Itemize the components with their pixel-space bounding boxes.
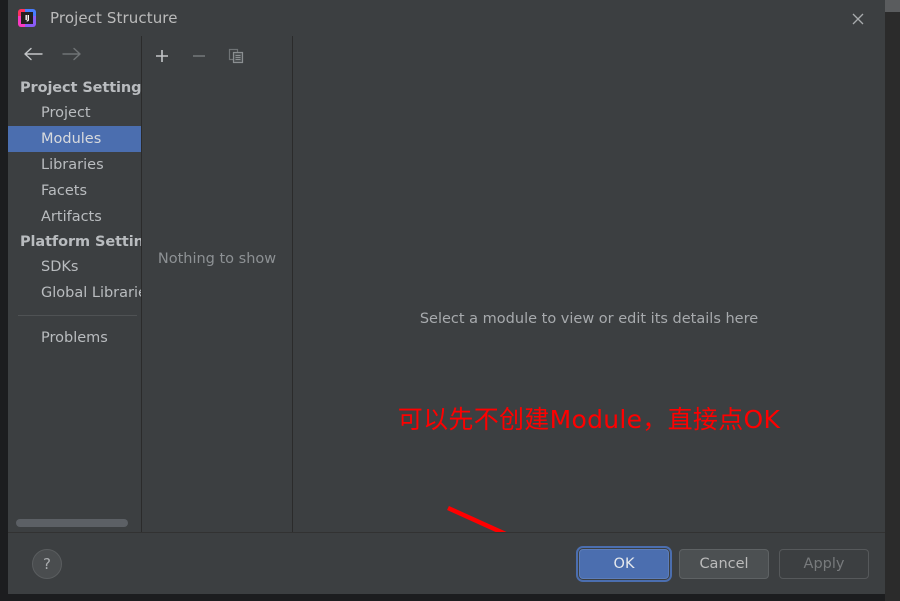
sidebar-item-facets[interactable]: Facets: [8, 178, 141, 204]
plus-icon[interactable]: [152, 46, 172, 66]
dialog-action-buttons: OK Cancel Apply: [576, 545, 869, 582]
settings-sidebar: Project Settings Project Modules Librari…: [8, 36, 141, 532]
sidebar-item-artifacts[interactable]: Artifacts: [8, 204, 141, 230]
dialog-title: Project Structure: [50, 9, 178, 27]
apply-button[interactable]: Apply: [779, 548, 869, 579]
sidebar-item-project[interactable]: Project: [8, 100, 141, 126]
ok-button[interactable]: OK: [576, 545, 672, 582]
desktop-top-right-strip: [885, 0, 900, 12]
settings-nav-list: Project Settings Project Modules Librari…: [8, 76, 141, 532]
sidebar-item-modules[interactable]: Modules: [8, 126, 141, 152]
project-structure-dialog: IJ Project Structure Project Settings Pr…: [8, 0, 885, 594]
sidebar-item-sdks[interactable]: SDKs: [8, 254, 141, 280]
annotation-text: 可以先不创建Module，直接点OK: [397, 405, 781, 434]
arrow-left-icon[interactable]: [22, 46, 44, 65]
dialog-titlebar: IJ Project Structure: [8, 0, 885, 36]
sidebar-separator: [18, 315, 137, 316]
dialog-body: Project Settings Project Modules Librari…: [8, 36, 885, 532]
intellij-idea-icon: IJ: [18, 9, 36, 27]
sidebar-horizontal-scrollbar[interactable]: [16, 519, 128, 527]
close-icon[interactable]: [845, 6, 871, 32]
nav-group-project-settings: Project Settings: [20, 80, 141, 96]
arrow-right-icon[interactable]: [61, 46, 83, 65]
dialog-bottom-edge: [8, 594, 885, 601]
help-button[interactable]: ?: [32, 548, 62, 579]
modules-list-panel: Nothing to show: [142, 36, 292, 532]
nav-group-platform-settings: Platform Settings: [20, 234, 141, 250]
module-details-panel: Select a module to view or edit its deta…: [293, 36, 885, 532]
cancel-button[interactable]: Cancel: [679, 548, 769, 579]
modules-empty-text: Nothing to show: [157, 251, 277, 267]
navigation-arrows: [8, 40, 141, 70]
intellij-idea-icon-letters: IJ: [21, 12, 33, 24]
copy-icon[interactable]: [226, 46, 246, 66]
sidebar-item-libraries[interactable]: Libraries: [8, 152, 141, 178]
sidebar-item-problems[interactable]: Problems: [8, 325, 141, 351]
module-details-hint: Select a module to view or edit its deta…: [419, 311, 759, 327]
desktop-right-strip: [885, 0, 900, 601]
sidebar-item-global-libraries[interactable]: Global Libraries: [8, 280, 141, 306]
modules-toolbar: [142, 40, 292, 72]
minus-icon[interactable]: [189, 46, 209, 66]
dialog-bottom-bar: ? OK Cancel Apply: [8, 533, 885, 594]
annotation-arrow-icon: [447, 505, 507, 532]
